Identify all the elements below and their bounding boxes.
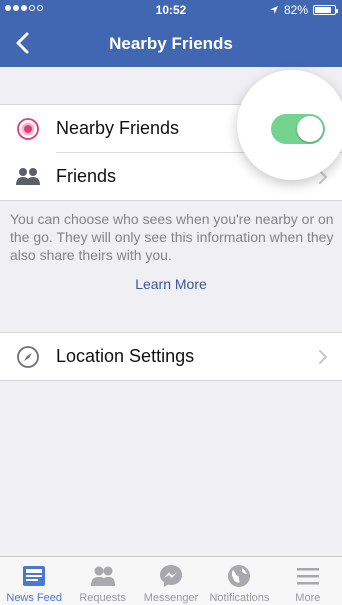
chevron-right-icon xyxy=(319,349,328,364)
compass-icon xyxy=(14,343,42,371)
tab-requests[interactable]: Requests xyxy=(68,557,136,605)
location-settings-row[interactable]: Location Settings xyxy=(0,333,342,380)
tab-bar: News Feed Requests Messenger Notificatio… xyxy=(0,556,342,605)
news-feed-icon xyxy=(23,566,46,586)
tab-messenger[interactable]: Messenger xyxy=(137,557,205,605)
sharing-info-text: You can choose who sees when you're near… xyxy=(10,211,334,263)
location-settings-group: Location Settings xyxy=(0,332,342,381)
menu-icon xyxy=(296,568,319,585)
location-settings-label: Location Settings xyxy=(56,346,195,366)
tab-more[interactable]: More xyxy=(274,557,342,605)
toggle-knob xyxy=(297,116,323,142)
tab-news-feed[interactable]: News Feed xyxy=(0,557,68,605)
location-arrow-icon xyxy=(269,6,278,14)
tab-label: Messenger xyxy=(143,592,199,604)
tab-label: Requests xyxy=(79,592,126,604)
friend-requests-icon xyxy=(90,566,115,586)
tab-label: Notifications xyxy=(209,592,270,604)
friends-label: Friends xyxy=(56,166,117,186)
navigation-bar: Nearby Friends xyxy=(0,20,342,67)
battery-icon xyxy=(313,5,338,15)
battery-percent: 82% xyxy=(283,3,308,17)
tab-notifications[interactable]: Notifications xyxy=(205,557,273,605)
tab-label: News Feed xyxy=(6,592,63,604)
nearby-friends-label: Nearby Friends xyxy=(56,118,180,138)
status-bar: 10:52 82% xyxy=(0,0,342,20)
nearby-friends-icon xyxy=(14,115,42,143)
tab-label: More xyxy=(295,592,321,604)
messenger-icon xyxy=(160,565,183,587)
learn-more-link[interactable]: Learn More xyxy=(0,276,342,292)
nearby-friends-toggle[interactable] xyxy=(271,114,325,144)
globe-icon xyxy=(228,565,251,587)
friends-icon xyxy=(14,163,42,191)
page-title: Nearby Friends xyxy=(109,34,233,53)
